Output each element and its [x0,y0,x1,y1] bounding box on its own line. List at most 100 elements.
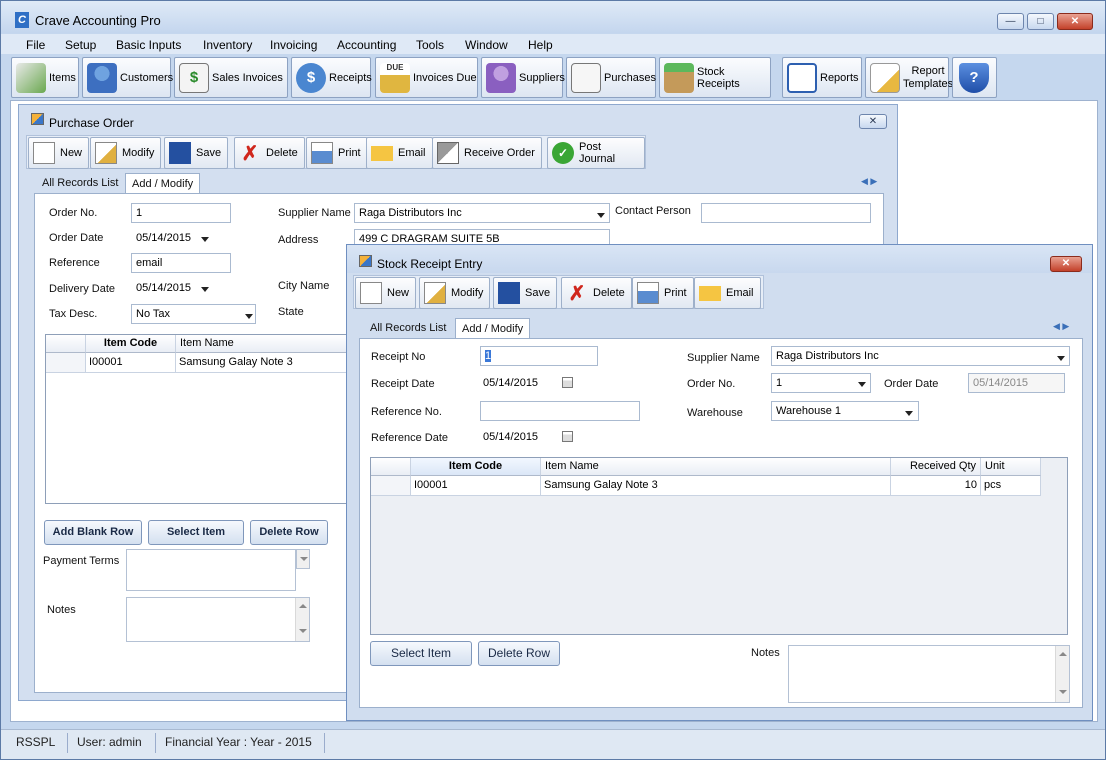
sr-order-date-label: Order Date [884,378,939,390]
po-print-button[interactable]: Print [306,137,368,169]
po-save-button[interactable]: Save [164,137,229,169]
help-button[interactable]: ? [952,57,997,98]
menu-file[interactable]: File [26,38,45,52]
close-button[interactable]: ✕ [1057,13,1093,30]
grid-header-received-qty[interactable]: Received Qty [891,458,981,476]
sr-new-button[interactable]: New [355,277,417,309]
sr-tab-all-records[interactable]: All Records List [364,318,452,338]
menu-accounting[interactable]: Accounting [337,38,396,52]
menu-invoicing[interactable]: Invoicing [270,38,317,52]
grid-header-unit[interactable]: Unit [981,458,1041,476]
tax-desc-select[interactable]: No Tax [131,304,256,324]
delivery-date-dropdown-icon[interactable] [201,287,209,292]
sr-order-no-dropdown-icon[interactable] [858,382,866,387]
po-notes-input[interactable] [126,597,310,642]
scroll-down-icon [1059,690,1067,694]
receive-order-icon [437,142,459,164]
scroll-down-icon [299,629,307,633]
sr-print-button[interactable]: Print [632,277,694,309]
table-row-item-name[interactable]: Samsung Galay Note 3 [541,476,891,496]
customers-button[interactable]: Customers [82,57,173,98]
calendar-icon[interactable] [562,377,573,388]
warehouse-select[interactable]: Warehouse 1 [771,401,919,421]
sr-email-button[interactable]: Email [694,277,761,309]
sr-order-no-select[interactable]: 1 [771,373,871,393]
menu-tools[interactable]: Tools [416,38,444,52]
menu-window[interactable]: Window [465,38,508,52]
sr-save-button[interactable]: Save [493,277,558,309]
payment-terms-input[interactable] [126,549,296,591]
contact-person-input[interactable] [701,203,871,223]
supplier-name-label: Supplier Name [278,207,351,219]
report-templates-button[interactable]: Report Templates [865,57,953,98]
po-select-item-button[interactable]: Select Item [148,520,244,545]
table-row-unit[interactable]: pcs [981,476,1041,496]
reports-button[interactable]: Reports [782,57,862,98]
sr-notes-input[interactable] [788,645,1070,703]
po-receive-order-button[interactable]: Receive Order [432,137,542,169]
maximize-button[interactable]: □ [1027,13,1054,30]
menu-inventory[interactable]: Inventory [203,38,252,52]
table-row-received-qty[interactable]: 10 [891,476,981,496]
sr-select-item-button[interactable]: Select Item [370,641,472,666]
scroll-up-icon [1059,652,1067,656]
main-window: C Crave Accounting Pro — □ ✕ File Setup … [0,0,1106,760]
sr-tab-add-modify[interactable]: Add / Modify [455,318,531,338]
status-company: RSSPL [16,735,56,749]
reference-date-input[interactable]: 05/14/2015 [478,427,558,447]
menu-setup[interactable]: Setup [65,38,96,52]
grid-header-item-name[interactable]: Item Name [541,458,891,476]
receipt-date-input[interactable]: 05/14/2015 [478,373,558,393]
sr-modify-button[interactable]: Modify [419,277,491,309]
po-post-journal-button[interactable]: ✓ Post Journal [547,137,645,169]
minimize-button[interactable]: — [997,13,1024,30]
sales-invoices-button[interactable]: $ Sales Invoices [174,57,288,98]
po-email-button[interactable]: Email [366,137,433,169]
row-selector[interactable] [371,476,411,496]
po-tab-add-modify[interactable]: Add / Modify [125,173,201,193]
table-row-item-code[interactable]: I00001 [411,476,541,496]
supplier-name-select[interactable]: Raga Distributors Inc [354,203,610,223]
po-modify-button[interactable]: Modify [90,137,162,169]
suppliers-button[interactable]: Suppliers [481,57,565,98]
invoices-due-button[interactable]: DUE Invoices Due [375,57,478,98]
po-tab-all-records[interactable]: All Records List [36,173,124,193]
stock-receipt-close-button[interactable]: ✕ [1050,256,1082,272]
order-date-input[interactable]: 05/14/2015 [131,228,211,248]
items-button[interactable]: Items [11,57,79,98]
receipts-button[interactable]: $ Receipts [291,57,372,98]
add-blank-row-button[interactable]: Add Blank Row [44,520,142,545]
purchase-order-close-button[interactable]: ✕ [859,114,887,129]
warehouse-dropdown-icon[interactable] [905,411,913,416]
calendar-icon[interactable] [562,431,573,442]
table-row-item-code[interactable]: I00001 [86,353,176,373]
tab-scroll-arrows-icon[interactable]: ◀ ▶ [861,176,877,187]
grid-header-item-code[interactable]: Item Code [86,335,176,353]
sr-supplier-dropdown-icon[interactable] [1057,356,1065,361]
sr-delete-row-button[interactable]: Delete Row [478,641,560,666]
sr-notes-scrollbar[interactable] [1055,646,1069,702]
menu-help[interactable]: Help [528,38,553,52]
grid-header-item-code[interactable]: Item Code [411,458,541,476]
order-date-dropdown-icon[interactable] [201,237,209,242]
tax-desc-dropdown-icon[interactable] [245,314,253,319]
supplier-dropdown-icon[interactable] [597,213,605,218]
po-delete-row-button[interactable]: Delete Row [250,520,328,545]
tab-scroll-arrows-icon[interactable]: ◀ ▶ [1053,321,1069,332]
stock-receipts-button[interactable]: Stock Receipts [659,57,771,98]
purchases-button[interactable]: Purchases [566,57,656,98]
po-new-button[interactable]: New [28,137,90,169]
order-no-input[interactable]: 1 [131,203,231,223]
po-notes-scrollbar[interactable] [295,598,309,641]
reference-input[interactable]: email [131,253,231,273]
reference-no-input[interactable] [480,401,640,421]
status-financial-year: Financial Year : Year - 2015 [165,735,312,749]
payment-terms-dropdown[interactable] [296,549,310,569]
receipt-no-input[interactable]: 1 [480,346,598,366]
sr-supplier-name-select[interactable]: Raga Distributors Inc [771,346,1070,366]
menu-basic-inputs[interactable]: Basic Inputs [116,38,181,52]
row-selector[interactable] [46,353,86,373]
sr-delete-button[interactable]: ✗ Delete [561,277,632,309]
po-delete-button[interactable]: ✗ Delete [234,137,305,169]
delivery-date-input[interactable]: 05/14/2015 [131,278,211,298]
